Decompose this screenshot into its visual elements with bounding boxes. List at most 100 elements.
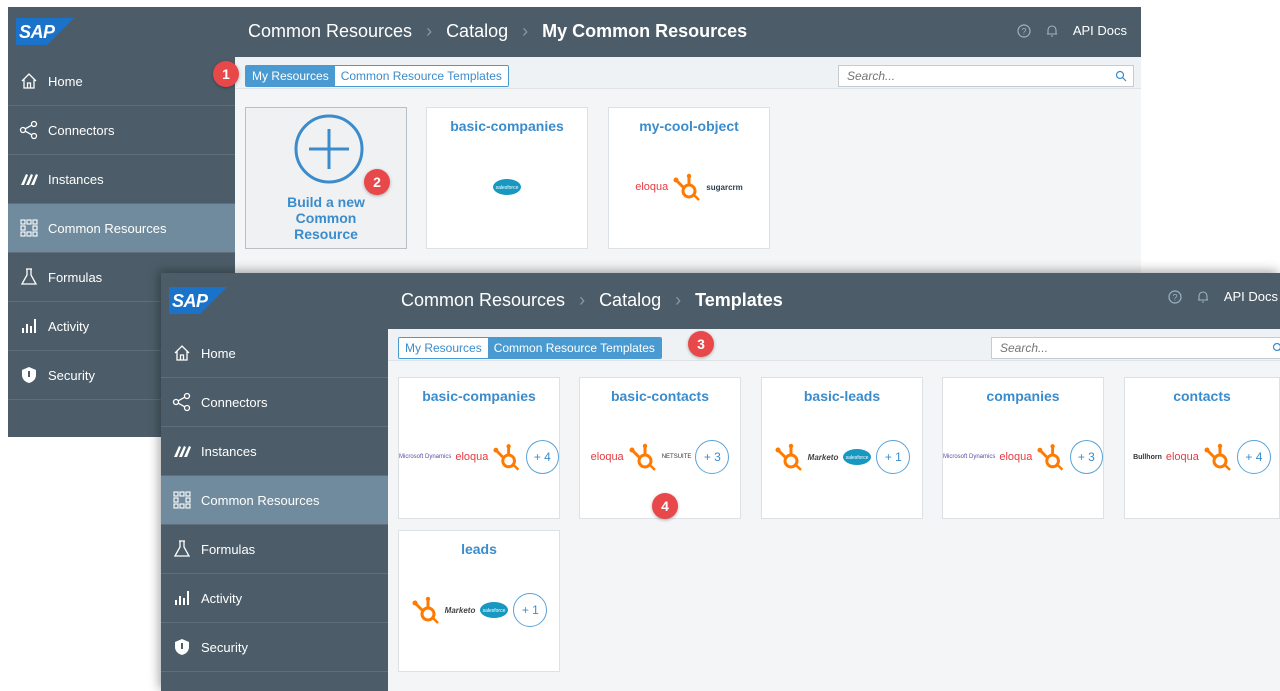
- activity-icon: [171, 587, 193, 609]
- api-docs-link[interactable]: API Docs: [1073, 23, 1127, 38]
- sugarcrm-logo: sugarcrm: [706, 182, 743, 192]
- sidebar-item-security[interactable]: Security: [161, 623, 388, 672]
- sap-logo[interactable]: SAP: [16, 18, 74, 45]
- svg-text:salesforce: salesforce: [483, 608, 506, 614]
- bell-icon[interactable]: [1196, 290, 1210, 304]
- connectors-icon: [171, 391, 193, 413]
- instances-icon: [171, 440, 193, 462]
- tab-my-resources[interactable]: My Resources: [246, 66, 335, 86]
- connector-logos: Microsoft Dynamics eloqua + 4: [399, 440, 559, 474]
- resource-toolbar: My Resources Common Resource Templates: [388, 329, 1280, 361]
- template-card[interactable]: basic-companies Microsoft Dynamics eloqu…: [398, 377, 560, 519]
- connector-logos: Bullhorn eloqua + 4: [1125, 440, 1279, 474]
- top-bar: SAP Common Resources › Catalog › Templat…: [161, 273, 1280, 329]
- breadcrumb-catalog[interactable]: Catalog: [599, 290, 661, 311]
- card-title: basic-companies: [450, 118, 564, 134]
- more-connectors-badge[interactable]: + 3: [1069, 440, 1103, 474]
- eloqua-logo: eloqua: [590, 451, 624, 463]
- sidebar-item-label: Instances: [48, 171, 104, 187]
- shield-icon: [18, 364, 40, 386]
- templates-window: SAP Common Resources › Catalog › Templat…: [161, 273, 1280, 691]
- sap-logo[interactable]: SAP: [169, 287, 227, 314]
- bell-icon[interactable]: [1045, 24, 1059, 38]
- sidebar-item-label: Security: [201, 639, 248, 655]
- activity-icon: [18, 315, 40, 337]
- svg-text:salesforce: salesforce: [496, 185, 519, 191]
- sidebar-item-instances[interactable]: Instances: [161, 427, 388, 476]
- card-title: my-cool-object: [639, 118, 739, 134]
- hubspot-logo: [775, 443, 802, 471]
- tab-my-resources[interactable]: My Resources: [399, 338, 488, 358]
- template-card[interactable]: leads Marketo salesforce + 1: [398, 530, 560, 672]
- more-connectors-badge[interactable]: + 4: [1236, 440, 1271, 474]
- sidebar-item-home[interactable]: Home: [8, 57, 235, 106]
- breadcrumb-common-resources[interactable]: Common Resources: [401, 290, 565, 311]
- eloqua-logo: eloqua: [1165, 451, 1199, 463]
- svg-text:salesforce: salesforce: [846, 455, 869, 461]
- eloqua-logo: eloqua: [999, 451, 1033, 463]
- help-icon[interactable]: ?: [1168, 289, 1182, 304]
- chevron-right-icon: ›: [522, 21, 529, 41]
- top-bar: SAP Common Resources › Catalog › My Comm…: [8, 7, 1141, 57]
- search-box: [838, 65, 1134, 87]
- card-title: leads: [461, 541, 497, 557]
- sidebar-item-label: Formulas: [48, 269, 103, 285]
- tab-common-resource-templates[interactable]: Common Resource Templates: [334, 66, 508, 86]
- hubspot-logo: [629, 443, 656, 471]
- microsoft-dynamics-logo: Microsoft Dynamics: [943, 454, 996, 460]
- sidebar-item-label: Formulas: [201, 541, 256, 557]
- sidebar-item-label: Connectors: [201, 394, 268, 410]
- card-title: basic-leads: [803, 388, 881, 404]
- tab-common-resource-templates[interactable]: Common Resource Templates: [487, 338, 661, 358]
- connector-logos: eloqua sugarcrm: [609, 170, 769, 204]
- connector-logos: salesforce: [427, 170, 587, 204]
- breadcrumb: Common Resources › Catalog › My Common R…: [248, 21, 747, 42]
- step-badge-4: 4: [652, 493, 678, 519]
- sidebar-item-common-resources[interactable]: Common Resources: [8, 204, 235, 253]
- more-connectors-badge[interactable]: + 1: [876, 440, 911, 474]
- template-card[interactable]: contacts Bullhorn eloqua + 4: [1124, 377, 1280, 519]
- connectors-icon: [18, 119, 40, 141]
- search-input[interactable]: [992, 338, 1280, 358]
- salesforce-logo: salesforce: [480, 602, 509, 618]
- search-box: [991, 337, 1280, 359]
- more-connectors-badge[interactable]: + 4: [525, 440, 559, 474]
- sidebar-item-home[interactable]: Home: [161, 329, 388, 378]
- salesforce-logo: salesforce: [843, 449, 872, 465]
- common-resources-icon: [171, 489, 193, 511]
- resource-tab-toggle: My Resources Common Resource Templates: [245, 65, 509, 87]
- search-input[interactable]: [839, 66, 1133, 86]
- sidebar-item-connectors[interactable]: Connectors: [161, 378, 388, 427]
- template-card[interactable]: companies Microsoft Dynamics eloqua + 3: [942, 377, 1104, 519]
- resource-card[interactable]: my-cool-object eloqua sugarcrm: [608, 107, 770, 249]
- more-connectors-badge[interactable]: + 3: [695, 440, 730, 474]
- resource-card[interactable]: basic-companies salesforce: [426, 107, 588, 249]
- sidebar-item-label: Home: [201, 345, 236, 361]
- template-card[interactable]: basic-leads Marketo salesforce + 1: [761, 377, 923, 519]
- sidebar-item-label: Activity: [201, 590, 243, 606]
- breadcrumb-common-resources[interactable]: Common Resources: [248, 21, 412, 42]
- api-docs-link[interactable]: API Docs: [1224, 289, 1278, 304]
- breadcrumb-catalog[interactable]: Catalog: [446, 21, 508, 42]
- more-connectors-badge[interactable]: + 1: [513, 593, 548, 627]
- step-badge-1: 1: [213, 61, 239, 87]
- sidebar-item-activity[interactable]: Activity: [161, 574, 388, 623]
- resource-toolbar: My Resources Common Resource Templates: [235, 57, 1141, 89]
- search-icon[interactable]: [1115, 70, 1127, 82]
- marketo-logo: Marketo: [444, 605, 476, 615]
- card-title: basic-companies: [422, 388, 536, 404]
- help-icon[interactable]: ?: [1017, 23, 1031, 38]
- chevron-right-icon: ›: [675, 290, 682, 310]
- sidebar-item-instances[interactable]: Instances: [8, 155, 235, 204]
- sidebar-item-common-resources[interactable]: Common Resources: [161, 476, 388, 525]
- sidebar-item-label: Activity: [48, 318, 90, 334]
- bullhorn-logo: Bullhorn: [1133, 453, 1162, 461]
- search-icon[interactable]: [1272, 342, 1280, 354]
- breadcrumb: Common Resources › Catalog › Templates: [401, 290, 783, 311]
- svg-text:?: ?: [1172, 292, 1177, 302]
- card-title: contacts: [1173, 388, 1231, 404]
- sidebar-item-connectors[interactable]: Connectors: [8, 106, 235, 155]
- build-new-resource-label: Build a new Common Resource: [287, 194, 365, 242]
- step-badge-2: 2: [364, 169, 390, 195]
- sidebar-item-formulas[interactable]: Formulas: [161, 525, 388, 574]
